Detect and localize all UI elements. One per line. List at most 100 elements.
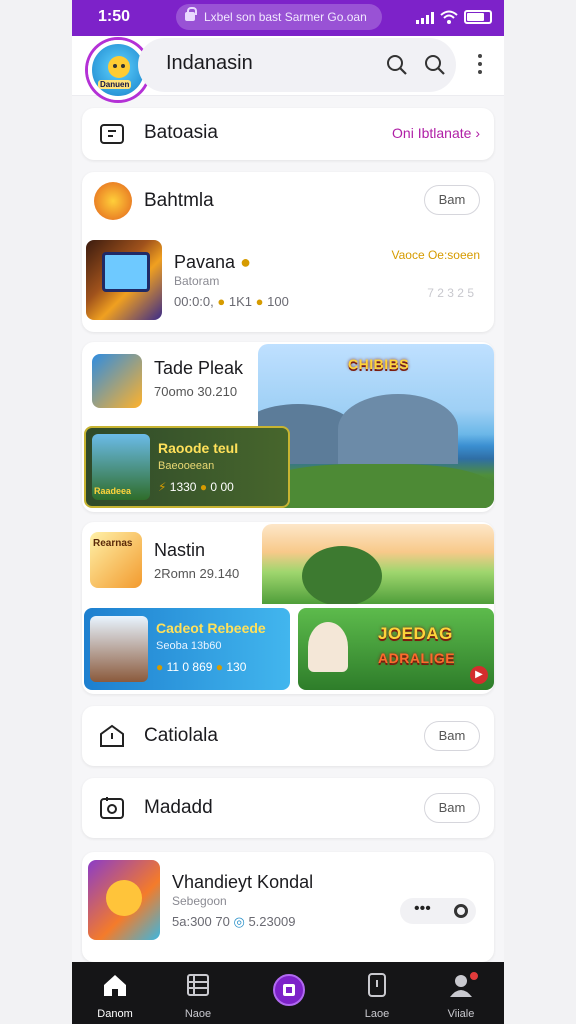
bottom-game-thumbnail xyxy=(88,860,160,940)
avatar-tag: Danuen xyxy=(98,80,132,89)
home-outline-icon xyxy=(100,724,124,747)
bottom-game-stats: 5a:300 70 ◎ 5.23009 xyxy=(172,914,295,930)
url-text: Lxbel son bast Sarmer Go.oan xyxy=(204,10,367,24)
game-stat-c: 100 xyxy=(267,294,289,309)
tablet-icon xyxy=(368,973,386,997)
promo-link[interactable]: Oni Ibtlanate › xyxy=(392,125,480,141)
subcard-title: Cadeot Rebeede xyxy=(156,620,266,636)
trophy-icon xyxy=(94,182,132,220)
search-icon[interactable] xyxy=(386,54,408,76)
character-icon xyxy=(90,616,148,682)
calendar-title: Catiolala xyxy=(144,725,218,746)
battery-icon xyxy=(464,10,492,24)
bottom-game-stat-b: 5.23009 xyxy=(248,914,296,929)
bottom-game-card[interactable]: Vhandieyt Kondal Sebegoon 5a:300 70 ◎ 5.… xyxy=(82,852,494,962)
feature-2-scene xyxy=(262,524,494,604)
subcard-stat-a: 11 0 869 xyxy=(166,660,213,674)
avatar-character-icon xyxy=(108,56,130,78)
search-secondary-icon[interactable] xyxy=(424,54,446,76)
game-stats: 00:0:0, ● 1K1 ● 100 xyxy=(174,294,289,309)
nav-item-tablet[interactable]: Laoe xyxy=(334,962,420,1024)
coin-icon: ● xyxy=(240,252,251,272)
bottom-game-title: Vhandieyt Kondal xyxy=(172,872,314,892)
promo-link-label: Oni Ibtlanate xyxy=(392,125,472,141)
bolt-icon: ⚡ xyxy=(158,480,167,494)
url-bar[interactable]: Lxbel son bast Sarmer Go.oan xyxy=(176,4,382,30)
promo-row[interactable]: Batoasia Oni Ibtlanate › xyxy=(82,108,494,160)
media-button[interactable]: Bam xyxy=(424,793,480,823)
subcard-stats: ● 11 0 869 ● 130 xyxy=(156,660,246,674)
app-header: Danuen Indanasin xyxy=(72,36,504,100)
more-menu-icon[interactable] xyxy=(470,54,490,74)
refresh-icon: ◎ xyxy=(233,914,245,929)
coin-icon: ● xyxy=(255,294,264,309)
lock-icon xyxy=(185,7,197,21)
nav-item-center[interactable] xyxy=(245,962,331,1024)
feature-1-icon xyxy=(92,354,142,408)
subcard-subtitle: Seoba 13b60 xyxy=(156,640,222,652)
banner-line-1: JOEDAG xyxy=(378,624,453,643)
game-right-label: Vaoce Oe:soeen xyxy=(391,248,480,262)
search-bar[interactable]: Indanasin xyxy=(138,38,456,92)
list-icon xyxy=(187,974,209,996)
feature-1-scene: CHIBIBS xyxy=(258,344,494,508)
subcard-stat-b: 0 xyxy=(210,480,218,494)
notification-badge xyxy=(468,970,480,982)
bottom-nav: Danom Naoe Laoe Viiale xyxy=(72,962,504,1024)
section-title: Bahtmla xyxy=(144,190,214,211)
feature-2-banner-card[interactable]: JOEDAG ADRALIGE ▶ xyxy=(298,608,494,690)
feature-1-banner: CHIBIBS xyxy=(348,356,410,372)
nav-label: Laoe xyxy=(364,1008,390,1020)
promo-title: Batoasia xyxy=(144,122,218,143)
calendar-button[interactable]: Bam xyxy=(424,721,480,751)
game-right-value: 7 2 3 2 5 xyxy=(427,286,474,300)
signal-icon xyxy=(416,12,436,24)
feature-card-2[interactable]: Rearnas Nastin 2Romn 29.140 Cadeot Rebee… xyxy=(82,522,494,694)
section-button[interactable]: Bam xyxy=(424,185,480,215)
page-title: Indanasin xyxy=(166,52,253,74)
coin-icon: ● xyxy=(217,294,226,309)
character-icon xyxy=(308,622,348,672)
game-thumbnail[interactable] xyxy=(86,240,162,320)
feature-2-subcard[interactable]: Cadeot Rebeede Seoba 13b60 ● 11 0 869 ● … xyxy=(84,608,290,690)
nav-label: Viiale xyxy=(447,1008,475,1020)
media-row[interactable]: Madadd Bam xyxy=(82,778,494,838)
feature-2-icon: Rearnas xyxy=(90,532,142,588)
game-stat-a: 00:0:0, xyxy=(174,294,214,309)
bottom-game-subtitle: Sebegoon xyxy=(172,894,227,908)
feature-1-title: Tade Pleak xyxy=(154,358,244,378)
game-title-text: Pavana xyxy=(174,252,236,272)
games-section: Bahtmla Bam Pavana ● Batoram 00:0:0, ● 1… xyxy=(82,172,494,332)
coin-icon: ● xyxy=(215,660,224,674)
feature-1-subtitle: 70omo 30.210 xyxy=(154,384,238,399)
subcard-stat-c: 00 xyxy=(220,480,234,494)
character-tag: Raadeea xyxy=(94,486,132,496)
coupon-icon xyxy=(100,124,124,144)
media-icon xyxy=(100,797,124,819)
subcard-stat-a: 1330 xyxy=(169,480,197,494)
nav-item-list[interactable]: Naoe xyxy=(155,962,241,1024)
feature-2-icon-tag: Rearnas xyxy=(93,538,133,549)
app-screen: 1:50 Lxbel son bast Sarmer Go.oan Danuen… xyxy=(72,0,504,1024)
subcard-title: Raoode teuI xyxy=(158,440,239,456)
game-stat-b: 1K1 xyxy=(228,294,253,309)
nav-item-profile[interactable]: Viiale xyxy=(418,962,504,1024)
nav-item-home[interactable]: Danom xyxy=(72,962,158,1024)
calendar-row[interactable]: Catiolala Bam xyxy=(82,706,494,766)
nav-label: Naoe xyxy=(184,1008,212,1020)
feature-1-subcard[interactable]: Raadeea Raoode teuI Baeooeean ⚡ 1330 ● 0… xyxy=(84,426,290,508)
feature-card-1[interactable]: CHIBIBS Tade Pleak 70omo 30.210 Raadeea … xyxy=(82,342,494,512)
banner-line-2: ADRALIGE xyxy=(378,650,456,666)
more-options-icon[interactable]: ••• xyxy=(400,898,476,924)
subcard-subtitle: Baeooeean xyxy=(158,460,215,472)
play-icon[interactable]: ▶ xyxy=(470,666,488,684)
home-icon xyxy=(104,975,126,996)
subcard-stat-b: 130 xyxy=(226,660,247,674)
media-title: Madadd xyxy=(144,797,213,818)
feature-2-title: Nastin xyxy=(154,540,206,560)
status-time: 1:50 xyxy=(98,8,131,25)
nav-label: Danom xyxy=(97,1008,133,1020)
bottom-game-stat-a: 5a:300 70 xyxy=(172,914,230,929)
play-center-icon xyxy=(273,974,305,1006)
game-title: Pavana ● xyxy=(174,252,251,273)
